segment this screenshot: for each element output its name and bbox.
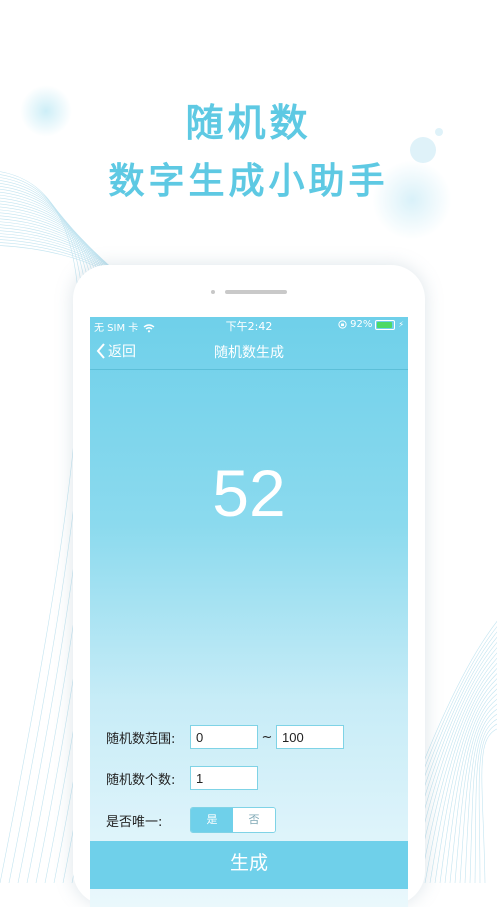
hero-title: 随机数 (185, 101, 312, 145)
range-max-input[interactable] (276, 725, 344, 749)
unique-label: 是否唯一: (106, 814, 163, 830)
count-row: 随机数个数: (106, 766, 258, 790)
count-label: 随机数个数: (106, 772, 176, 788)
app-screen: 无 SIM 卡 下午2:42 92% ⚡ 返回 随机数生成 52 随机数范围: … (90, 317, 408, 907)
unique-row: 是否唯一: 是 否 (106, 807, 276, 833)
random-result: 52 (212, 456, 286, 530)
generate-button[interactable]: 生成 (90, 841, 408, 889)
unique-no-option[interactable]: 否 (233, 808, 275, 832)
nav-bar: 返回 随机数生成 (90, 333, 408, 370)
unique-yes-option[interactable]: 是 (191, 808, 233, 832)
charging-icon: ⚡ (398, 320, 404, 329)
range-label: 随机数范围: (106, 731, 176, 747)
phone-camera (211, 290, 215, 294)
orientation-lock-icon (338, 320, 347, 329)
hero-subtitle: 数字生成小助手 (108, 161, 389, 202)
unique-toggle[interactable]: 是 否 (190, 807, 276, 833)
nav-title: 随机数生成 (214, 345, 284, 361)
phone-frame: 无 SIM 卡 下午2:42 92% ⚡ 返回 随机数生成 52 随机数范围: … (73, 265, 425, 907)
phone-speaker (225, 290, 287, 294)
range-separator: ~ (261, 729, 273, 745)
battery-icon (375, 319, 396, 330)
range-row: 随机数范围: ~ (106, 725, 344, 749)
status-bar: 无 SIM 卡 下午2:42 92% ⚡ (90, 317, 408, 334)
status-right: 92% ⚡ (338, 319, 404, 330)
range-min-input[interactable] (190, 725, 258, 749)
battery-percent: 92% (350, 319, 373, 330)
count-input[interactable] (190, 766, 258, 790)
